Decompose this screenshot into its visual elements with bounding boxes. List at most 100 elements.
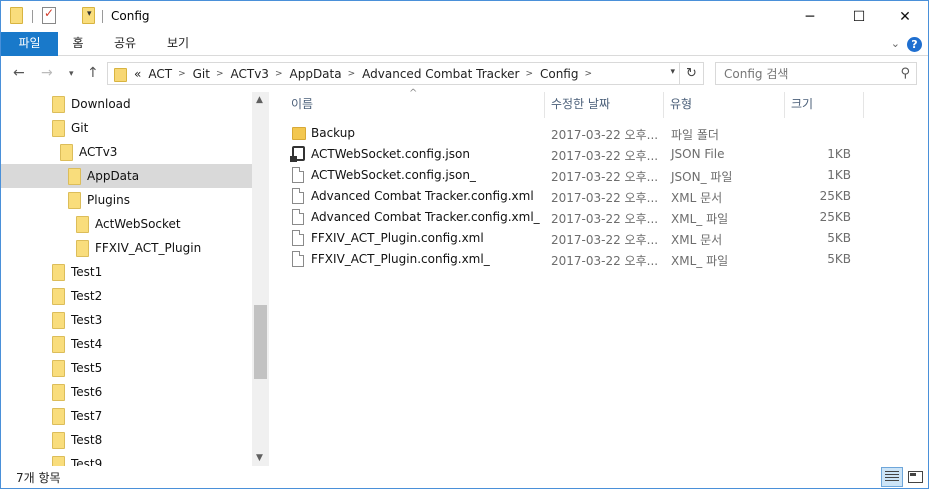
quick-access-dropdown-icon[interactable]: ▾ bbox=[87, 9, 92, 19]
tree-item-test8[interactable]: Test8 bbox=[1, 428, 252, 452]
scroll-up-icon[interactable]: ▲ bbox=[256, 95, 263, 105]
tree-item-test3[interactable]: Test3 bbox=[1, 308, 252, 332]
tree-item-test6[interactable]: Test6 bbox=[1, 380, 252, 404]
search-icon[interactable]: ⚲ bbox=[900, 66, 910, 81]
file-name: FFXIV_ACT_Plugin.config.xml_ bbox=[311, 252, 490, 266]
refresh-icon: ↻ bbox=[686, 66, 697, 81]
file-type: XML_ 파일 bbox=[671, 212, 729, 226]
column-divider[interactable] bbox=[863, 92, 864, 118]
folder-icon bbox=[52, 455, 65, 466]
tree-item-plugins[interactable]: Plugins bbox=[1, 188, 252, 212]
tree-item-ffxiv-act-plugin[interactable]: FFXIV_ACT_Plugin bbox=[1, 236, 252, 260]
navigation-bar: ← → ▾ ↑ « ACT > Git > ACTv3 > AppData > … bbox=[1, 56, 928, 92]
file-size: 1KB bbox=[827, 168, 851, 182]
chevron-right-icon[interactable]: > bbox=[178, 69, 186, 79]
tree-item-git[interactable]: Git bbox=[1, 116, 252, 140]
file-name: Advanced Combat Tracker.config.xml_ bbox=[311, 210, 540, 224]
details-view-button[interactable] bbox=[881, 467, 903, 487]
file-size: 5KB bbox=[827, 231, 851, 245]
breadcrumb-actv3[interactable]: ACTv3 bbox=[231, 67, 269, 81]
large-icons-view-icon bbox=[907, 471, 923, 483]
chevron-right-icon[interactable]: > bbox=[525, 69, 533, 79]
column-header-date[interactable]: 수정한 날짜 bbox=[545, 92, 663, 117]
folder-icon bbox=[68, 167, 81, 185]
tree-item-actv3[interactable]: ACTv3 bbox=[1, 140, 252, 164]
tree-item-download[interactable]: Download bbox=[1, 92, 252, 116]
folder-icon bbox=[114, 68, 127, 82]
large-icons-view-button[interactable] bbox=[904, 467, 926, 487]
file-type: XML 문서 bbox=[671, 191, 723, 205]
tree-item-test5[interactable]: Test5 bbox=[1, 356, 252, 380]
forward-arrow-icon[interactable]: → bbox=[41, 65, 53, 81]
item-count: 7개 항목 bbox=[16, 471, 61, 485]
search-box[interactable]: ⚲ bbox=[715, 62, 917, 85]
tree-item-label: ActWebSocket bbox=[95, 217, 181, 231]
back-arrow-icon[interactable]: ← bbox=[13, 65, 25, 81]
refresh-button[interactable]: ↻ bbox=[680, 62, 704, 85]
tab-home[interactable]: 홈 bbox=[63, 32, 93, 56]
folder-icon bbox=[52, 263, 65, 281]
breadcrumb-appdata[interactable]: AppData bbox=[290, 67, 342, 81]
help-icon[interactable]: ? bbox=[907, 37, 922, 52]
tree-item-label: Test7 bbox=[71, 409, 103, 423]
file-row[interactable]: FFXIV_ACT_Plugin.config.xml_ 2017-03-22 … bbox=[287, 249, 887, 270]
file-row[interactable]: Advanced Combat Tracker.config.xml_ 2017… bbox=[287, 207, 887, 228]
scrollbar-thumb[interactable] bbox=[254, 305, 267, 379]
tree-item-label: FFXIV_ACT_Plugin bbox=[95, 241, 202, 255]
tab-share[interactable]: 공유 bbox=[105, 32, 145, 56]
folder-icon bbox=[52, 95, 65, 113]
tree-item-label: AppData bbox=[87, 169, 140, 183]
window-title: Config bbox=[111, 9, 150, 23]
file-row[interactable]: ACTWebSocket.config.json_ 2017-03-22 오후.… bbox=[287, 165, 887, 186]
file-row[interactable]: FFXIV_ACT_Plugin.config.xml 2017-03-22 오… bbox=[287, 228, 887, 249]
file-type: JSON_ 파일 bbox=[671, 170, 733, 184]
folder-icon bbox=[76, 239, 89, 257]
tree-item-appdata[interactable]: AppData bbox=[1, 164, 252, 188]
address-dropdown-icon[interactable]: ▾ bbox=[670, 67, 675, 77]
breadcrumb-act[interactable]: ACT bbox=[148, 67, 172, 81]
file-type: JSON File bbox=[671, 147, 725, 161]
scroll-down-icon[interactable]: ▼ bbox=[256, 453, 263, 463]
breadcrumb-config[interactable]: Config bbox=[540, 67, 579, 81]
file-date: 2017-03-22 오후... bbox=[551, 128, 659, 142]
search-input[interactable] bbox=[724, 66, 894, 82]
navigation-pane-scrollbar[interactable]: ▲ ▼ bbox=[252, 92, 269, 466]
expand-ribbon-icon[interactable]: ⌄ bbox=[891, 37, 900, 50]
tree-item-label: Test4 bbox=[71, 337, 103, 351]
chevron-right-icon[interactable]: > bbox=[275, 69, 283, 79]
tree-item-actwebsocket[interactable]: ActWebSocket bbox=[1, 212, 252, 236]
file-row[interactable]: ACTWebSocket.config.json 2017-03-22 오후..… bbox=[287, 144, 887, 165]
chevron-right-icon[interactable]: > bbox=[585, 69, 593, 79]
column-header-name[interactable]: 이름 bbox=[285, 92, 545, 117]
column-header-size[interactable]: 크기 bbox=[785, 92, 863, 117]
up-arrow-icon[interactable]: ↑ bbox=[87, 65, 99, 81]
tree-item-test1[interactable]: Test1 bbox=[1, 260, 252, 284]
tree-item-test4[interactable]: Test4 bbox=[1, 332, 252, 356]
properties-icon[interactable] bbox=[42, 6, 56, 24]
file-icon bbox=[292, 230, 304, 246]
tab-view[interactable]: 보기 bbox=[158, 32, 198, 56]
tree-item-label: Test9 bbox=[71, 457, 103, 466]
divider bbox=[102, 10, 103, 23]
recent-locations-icon[interactable]: ▾ bbox=[69, 69, 74, 79]
breadcrumb-overflow[interactable]: « bbox=[134, 67, 141, 81]
file-row[interactable]: Backup 2017-03-22 오후... 파일 폴더 bbox=[287, 123, 887, 144]
chevron-right-icon[interactable]: > bbox=[216, 69, 224, 79]
breadcrumb-git[interactable]: Git bbox=[193, 67, 210, 81]
file-date: 2017-03-22 오후... bbox=[551, 212, 659, 226]
tree-item-test7[interactable]: Test7 bbox=[1, 404, 252, 428]
column-header-type[interactable]: 유형 bbox=[664, 92, 784, 117]
status-bar: 7개 항목 bbox=[1, 466, 928, 488]
folder-icon[interactable] bbox=[10, 7, 23, 24]
file-row[interactable]: Advanced Combat Tracker.config.xml 2017-… bbox=[287, 186, 887, 207]
tree-item-test2[interactable]: Test2 bbox=[1, 284, 252, 308]
address-bar[interactable]: « ACT > Git > ACTv3 > AppData > Advanced… bbox=[107, 62, 680, 85]
file-date: 2017-03-22 오후... bbox=[551, 254, 659, 268]
tree-item-test9[interactable]: Test9 bbox=[1, 452, 252, 466]
tab-file[interactable]: 파일 bbox=[1, 32, 58, 56]
chevron-right-icon[interactable]: > bbox=[348, 69, 356, 79]
maximize-button[interactable]: ☐ bbox=[836, 1, 882, 32]
minimize-button[interactable]: ─ bbox=[787, 1, 833, 32]
close-button[interactable]: ✕ bbox=[882, 1, 928, 32]
breadcrumb-advanced-combat-tracker[interactable]: Advanced Combat Tracker bbox=[362, 67, 519, 81]
